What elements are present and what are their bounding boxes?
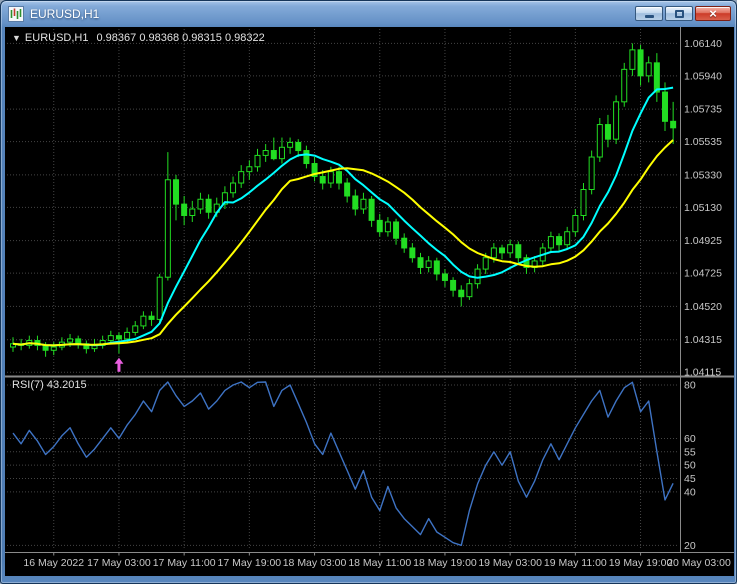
svg-text:1.05130: 1.05130: [684, 202, 722, 214]
svg-text:17 May 19:00: 17 May 19:00: [218, 557, 282, 569]
svg-text:17 May 03:00: 17 May 03:00: [87, 557, 151, 569]
svg-text:17 May 11:00: 17 May 11:00: [153, 557, 216, 569]
symbol-timeframe-label: EURUSD,H1: [24, 32, 89, 44]
svg-text:60: 60: [684, 433, 696, 445]
ma-slow-line: [12, 139, 674, 347]
svg-text:19 May 19:00: 19 May 19:00: [609, 557, 673, 569]
window-titlebar[interactable]: EURUSD,H1 ×: [1, 1, 736, 26]
ohlc-values: 0.98367 0.98368 0.98315 0.98322: [96, 32, 265, 44]
ohlc-header: ▼ EURUSD,H1 0.98367 0.98368 0.98315 0.9832…: [12, 32, 265, 44]
svg-text:1.05940: 1.05940: [684, 70, 722, 82]
svg-text:50: 50: [684, 460, 696, 472]
window-title: EURUSD,H1: [30, 6, 100, 21]
candles: [10, 43, 677, 357]
svg-text:19 May 03:00: 19 May 03:00: [478, 557, 542, 569]
price-axis[interactable]: 1.06140 1.05940 1.05735 1.05535 1.05330 1.051…: [684, 38, 722, 379]
chart-client-area: 1.06140 1.05940 1.05735 1.05535 1.05330 1.051…: [5, 27, 734, 576]
up-arrow-icon: [114, 357, 124, 372]
buy-arrow-marker: [114, 357, 124, 372]
svg-text:18 May 11:00: 18 May 11:00: [348, 557, 411, 569]
restore-button[interactable]: [665, 6, 693, 21]
svg-text:1.06140: 1.06140: [684, 38, 722, 50]
svg-text:80: 80: [684, 380, 696, 392]
collapse-arrow-icon[interactable]: ▼: [12, 33, 21, 43]
minimize-icon: [644, 15, 654, 18]
rsi-axis[interactable]: 80 6055 504540 20: [684, 380, 696, 552]
svg-text:20 May 03:00: 20 May 03:00: [667, 557, 731, 569]
svg-text:18 May 19:00: 18 May 19:00: [413, 557, 477, 569]
svg-text:1.04115: 1.04115: [684, 367, 721, 379]
svg-text:16 May 2022: 16 May 2022: [23, 557, 84, 569]
chart-window-icon: [8, 5, 24, 22]
rsi-indicator-label: RSI(7) 43.2015: [12, 379, 87, 391]
svg-text:18 May 03:00: 18 May 03:00: [283, 557, 347, 569]
svg-text:1.05330: 1.05330: [684, 169, 722, 181]
svg-text:1.04925: 1.04925: [684, 235, 722, 247]
svg-text:1.04725: 1.04725: [684, 268, 722, 280]
svg-text:1.05535: 1.05535: [684, 136, 722, 148]
restore-icon: [674, 9, 684, 18]
chart-window: EURUSD,H1 × 1.06140 1.05940 1.05735 1.05535…: [0, 0, 737, 584]
svg-text:1.05735: 1.05735: [684, 104, 722, 116]
close-button[interactable]: ×: [695, 6, 731, 21]
candlestick-chart[interactable]: 1.06140 1.05940 1.05735 1.05535 1.05330 1.051…: [5, 27, 734, 576]
svg-text:40: 40: [684, 486, 696, 498]
minimize-button[interactable]: [635, 6, 663, 21]
close-icon: ×: [709, 6, 717, 21]
svg-text:19 May 11:00: 19 May 11:00: [544, 557, 607, 569]
rsi-line: [12, 381, 674, 546]
grid: [7, 29, 677, 550]
time-axis[interactable]: 16 May 2022 17 May 03:00 17 May 11:00 17 Ma…: [23, 552, 731, 570]
svg-text:20: 20: [684, 540, 696, 552]
window-controls: ×: [633, 6, 731, 21]
svg-text:55: 55: [684, 446, 696, 458]
svg-text:1.04315: 1.04315: [684, 334, 722, 346]
svg-text:1.04520: 1.04520: [684, 301, 722, 313]
svg-text:45: 45: [684, 473, 696, 485]
